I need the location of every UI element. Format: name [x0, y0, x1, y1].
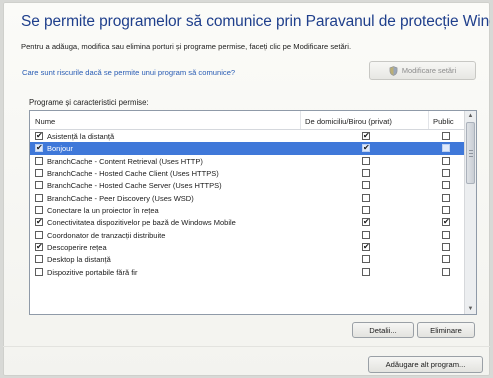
page-title: Se permite programelor să comunice prin …	[21, 13, 490, 30]
home-network-checkbox[interactable]: ✔	[362, 206, 370, 215]
public-network-checkbox[interactable]: ✔	[442, 267, 450, 276]
checkmark-icon: ✔	[363, 131, 370, 140]
program-enabled-checkbox[interactable]: ✔	[35, 230, 43, 239]
program-enabled-checkbox[interactable]: ✔	[35, 131, 43, 140]
thumb-grip	[469, 156, 473, 157]
public-network-checkbox[interactable]: ✔	[442, 169, 450, 178]
details-button[interactable]: Detalii...	[352, 322, 414, 338]
program-enabled-checkbox[interactable]: ✔	[35, 267, 43, 276]
home-network-checkbox[interactable]: ✔	[362, 230, 370, 239]
public-network-checkbox[interactable]: ✔	[442, 132, 450, 140]
program-row[interactable]: ✔ Dispozitive portabile fără fir ✔ ✔	[30, 266, 464, 278]
program-enabled-checkbox[interactable]: ✔	[35, 169, 43, 178]
program-enabled-checkbox[interactable]: ✔	[35, 156, 43, 165]
column-divider	[300, 111, 301, 129]
home-network-checkbox[interactable]: ✔	[362, 169, 370, 178]
program-row[interactable]: ✔ Descoperire rețea ✔ ✔	[30, 241, 464, 253]
program-name: Descoperire rețea	[47, 243, 107, 253]
scroll-thumb[interactable]	[466, 122, 475, 184]
public-network-checkbox[interactable]: ✔	[442, 206, 450, 215]
program-enabled-checkbox[interactable]: ✔	[35, 181, 43, 190]
program-row[interactable]: ✔ Asistență la distanță ✔ ✔	[30, 130, 464, 142]
program-name: Asistență la distanță	[47, 132, 115, 141]
checkmark-icon: ✔	[363, 242, 370, 252]
risk-info-link[interactable]: Care sunt riscurile dacă se permite unui…	[22, 68, 235, 77]
public-network-checkbox[interactable]: ✔	[442, 193, 450, 202]
list-header: Nume De domiciliu/Birou (privat) Public	[30, 111, 464, 130]
program-row[interactable]: ✔ BranchCache - Peer Discovery (Uses WSD)…	[30, 192, 464, 204]
public-network-checkbox[interactable]: ✔	[442, 181, 450, 190]
home-network-checkbox[interactable]: ✔	[362, 242, 370, 252]
program-row[interactable]: ✔ Coordonator de tranzacții distribuite ✔ ✔	[30, 229, 464, 241]
program-row[interactable]: ✔ BranchCache - Hosted Cache Server (Uses…	[30, 179, 464, 191]
column-header-home[interactable]: De domiciliu/Birou (privat)	[305, 117, 392, 126]
program-name: Desktop la distanță	[47, 255, 111, 265]
program-name: BranchCache - Content Retrieval (Uses HT…	[47, 156, 203, 166]
program-enabled-checkbox[interactable]: ✔	[35, 193, 43, 202]
modify-settings-button[interactable]: Modificare setări	[369, 61, 476, 80]
program-row[interactable]: ✔ BranchCache - Hosted Cache Client (Uses…	[30, 167, 464, 179]
uac-shield-icon	[389, 65, 398, 76]
thumb-grip	[469, 150, 473, 151]
home-network-checkbox[interactable]: ✔	[362, 156, 370, 165]
column-header-name[interactable]: Nume	[35, 117, 55, 126]
home-network-checkbox[interactable]: ✔	[362, 131, 370, 140]
program-enabled-checkbox[interactable]: ✔	[35, 242, 43, 252]
home-network-checkbox[interactable]: ✔	[362, 217, 370, 227]
program-name: Dispozitive portabile fără fir	[47, 267, 138, 277]
program-row[interactable]: ✔ Desktop la distanță ✔ ✔	[30, 253, 464, 265]
program-row[interactable]: ✔ BranchCache - Content Retrieval (Uses H…	[30, 155, 464, 167]
checkmark-icon: ✔	[363, 217, 370, 227]
checkmark-icon: ✔	[36, 143, 43, 153]
checkmark-icon: ✔	[36, 131, 43, 140]
public-network-checkbox[interactable]: ✔	[442, 144, 450, 153]
checkmark-icon: ✔	[363, 143, 370, 153]
modify-settings-label: Modificare setări	[401, 66, 457, 75]
thumb-grip	[469, 153, 473, 154]
firewall-allowed-programs-panel: Se permite programelor să comunice prin …	[3, 2, 490, 376]
program-name: BranchCache - Hosted Cache Client (Uses …	[47, 169, 219, 179]
home-network-checkbox[interactable]: ✔	[362, 143, 370, 153]
public-network-checkbox[interactable]: ✔	[442, 230, 450, 239]
column-divider	[428, 111, 429, 129]
column-header-public[interactable]: Public	[433, 117, 454, 126]
scroll-up-arrow-icon[interactable]: ▲	[465, 111, 476, 121]
program-name: Bonjour	[47, 144, 73, 154]
home-network-checkbox[interactable]: ✔	[362, 255, 370, 264]
page-description: Pentru a adăuga, modifica sau elimina po…	[21, 42, 352, 51]
program-enabled-checkbox[interactable]: ✔	[35, 143, 43, 153]
program-name: Conectivitatea dispozitivelor pe bază de…	[47, 218, 236, 228]
program-rows: ✔ Asistență la distanță ✔ ✔ ✔ Bonjour ✔ ✔ ✔ Branc…	[30, 130, 464, 278]
program-enabled-checkbox[interactable]: ✔	[35, 255, 43, 264]
program-enabled-checkbox[interactable]: ✔	[35, 206, 43, 215]
program-enabled-checkbox[interactable]: ✔	[35, 217, 43, 227]
program-name: BranchCache - Peer Discovery (Uses WSD)	[47, 193, 194, 203]
home-network-checkbox[interactable]: ✔	[362, 193, 370, 202]
add-program-button[interactable]: Adăugare alt program...	[368, 356, 483, 373]
allowed-programs-list[interactable]: Nume De domiciliu/Birou (privat) Public …	[29, 110, 477, 315]
program-row[interactable]: ✔ Bonjour ✔ ✔	[30, 142, 464, 155]
home-network-checkbox[interactable]: ✔	[362, 181, 370, 190]
checkmark-icon: ✔	[36, 217, 43, 227]
program-name: Coordonator de tranzacții distribuite	[47, 230, 166, 240]
program-name: Conectare la un proiector în rețea	[47, 206, 159, 216]
public-network-checkbox[interactable]: ✔	[442, 243, 450, 252]
scroll-down-arrow-icon[interactable]: ▼	[465, 304, 476, 314]
allowed-programs-label: Programe și caracteristici permise:	[29, 98, 149, 107]
home-network-checkbox[interactable]: ✔	[362, 267, 370, 276]
public-network-checkbox[interactable]: ✔	[442, 217, 450, 227]
public-network-checkbox[interactable]: ✔	[442, 255, 450, 264]
public-network-checkbox[interactable]: ✔	[442, 156, 450, 165]
checkmark-icon: ✔	[36, 242, 43, 252]
program-name: BranchCache - Hosted Cache Server (Uses …	[47, 181, 222, 191]
program-row[interactable]: ✔ Conectivitatea dispozitivelor pe bază d…	[30, 216, 464, 228]
list-scrollbar[interactable]: ▲ ▼	[464, 111, 476, 314]
divider	[3, 346, 490, 347]
remove-button[interactable]: Eliminare	[417, 322, 475, 338]
program-row[interactable]: ✔ Conectare la un proiector în rețea ✔ ✔	[30, 204, 464, 216]
checkmark-icon: ✔	[443, 217, 450, 227]
